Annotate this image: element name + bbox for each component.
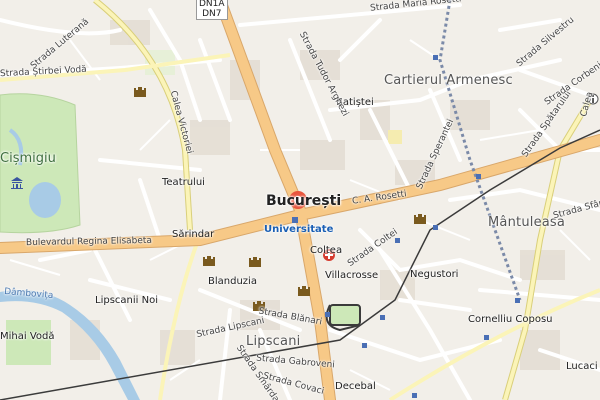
place-label: Blanduzia [208,276,257,287]
museum-icon[interactable] [10,176,24,190]
road-shield-line-2: DN7 [202,9,222,19]
landmark-icon[interactable] [248,254,262,268]
park-small-2 [329,304,361,326]
place-label: Decebal [335,381,376,392]
landmark-icon[interactable] [133,84,147,98]
place-label: Teatrului [162,177,205,188]
metro-station-label[interactable]: Universitate [264,225,333,235]
park-small-1 [6,320,51,365]
landmark-icon[interactable] [297,283,311,297]
place-label: Coltea [310,245,343,256]
place-label: Sărindar [172,229,215,240]
district-label-lipscani: Lipscani [246,334,301,349]
landmark-icon[interactable] [413,211,427,225]
city-label: București [266,193,342,209]
map-viewport[interactable]: DN1A DN7 București Universitate Cartieru… [0,0,600,400]
place-label: Lipscanii Noi [95,295,158,306]
place-label: Negustori [410,269,459,280]
place-label: Villacrosse [325,270,379,281]
park-label-cismigiu: Cișmigiu [0,151,56,166]
road-shield-line-1: DN1A [199,0,225,9]
district-label-armenesc: Cartierul Armenesc [384,73,513,88]
road-shield: DN1A DN7 [196,0,228,20]
place-label: Cornelliu Coposu [468,314,553,325]
place-label: Lucaci [566,361,598,372]
landmark-icon[interactable] [202,253,216,267]
place-label: Mihai Vodă [0,331,55,342]
park-small-4 [388,130,402,144]
lake-cismigiu [29,182,61,218]
